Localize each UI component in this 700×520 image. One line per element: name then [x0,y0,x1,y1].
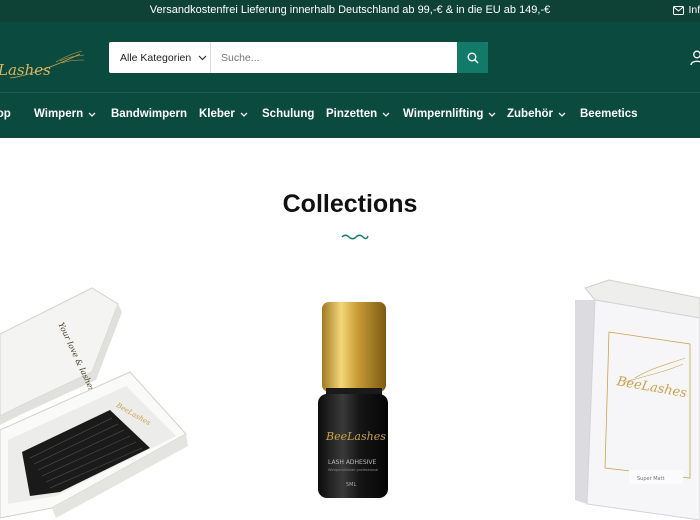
nav-item-zubehoer[interactable]: Zubehör [507,108,566,120]
search-icon [467,52,478,63]
search-input[interactable] [211,42,457,73]
info-label: Info [688,4,700,16]
chevron-down-icon [88,112,96,117]
main-navigation: Shop Wimpern Bandwimpern Kleber Schulung… [0,92,700,138]
nav-item-shop[interactable]: Shop [0,108,11,120]
shipping-announcement: Versandkostenfrei Lieferung innerhalb De… [149,4,551,16]
category-label: Alle Kategorien [120,51,192,64]
bottle-size-text: 5ML [346,482,356,488]
bottle-label-text: LASH ADHESIVE [328,459,377,466]
box-caption-text: Super Matt [637,476,665,482]
user-icon[interactable] [690,50,700,66]
nav-item-kleber[interactable]: Kleber [199,108,248,120]
collections-heading: Collections [282,190,418,218]
nav-item-beemetics[interactable]: Beemetics [580,108,638,120]
chevron-down-icon [382,112,390,117]
chevron-down-icon [198,55,207,60]
collection-lash-adhesive[interactable]: BeeLashes LASH ADHESIVE Wimpernkleber pr… [318,300,392,500]
wave-divider [341,234,369,240]
nav-item-pinzetten[interactable]: Pinzetten [326,108,390,120]
svg-text:Lashes: Lashes [0,61,51,79]
search-button[interactable] [457,42,488,73]
mail-icon [673,5,685,15]
bottle-brand-text: BeeLashes [325,430,386,443]
collection-pinzetten-box[interactable]: BeeLashes Super Matt [565,272,700,520]
info-link[interactable]: Info [673,4,700,16]
nav-item-bandwimpern[interactable]: Bandwimpern [111,108,187,120]
announcement-bar: Versandkostenfrei Lieferung innerhalb De… [0,0,700,22]
search-bar: Alle Kategorien [109,42,488,73]
chevron-down-icon [488,112,496,117]
category-select[interactable]: Alle Kategorien [109,42,211,73]
nav-item-wimpern[interactable]: Wimpern [34,108,96,120]
nav-item-schulung[interactable]: Schulung [262,108,314,120]
collection-lash-box[interactable]: Your love & lashes BeeLashes [0,282,190,520]
site-header: Lashes Alle Kategorien [0,22,700,92]
bottle-sublabel-text: Wimpernkleber professional [328,468,378,472]
chevron-down-icon [240,112,248,117]
nav-item-wimpernlifting[interactable]: Wimpernlifting [403,108,496,120]
chevron-down-icon [558,112,566,117]
beelashes-logo[interactable]: Lashes [0,48,88,84]
